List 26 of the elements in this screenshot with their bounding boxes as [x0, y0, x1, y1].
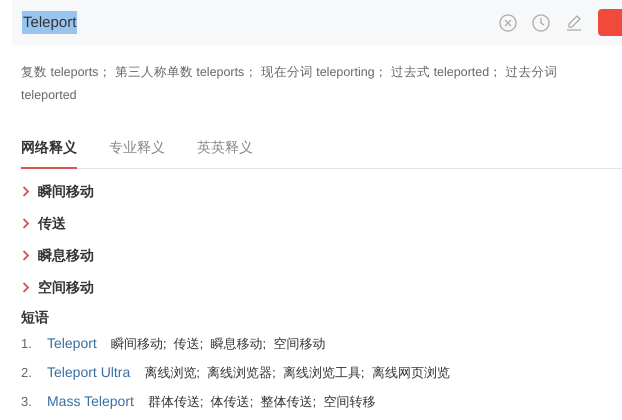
phrase-meaning: 离线浏览; 离线浏览器; 离线浏览工具; 离线网页浏览: [144, 364, 450, 382]
phrases-heading: 短语: [21, 309, 50, 327]
definition-text: 空间移动: [38, 278, 94, 297]
phrase-meaning: 瞬间移动; 传送; 瞬息移动; 空间移动: [110, 335, 326, 353]
clear-icon[interactable]: [499, 14, 517, 32]
chevron-icon: [22, 218, 30, 228]
list-number: 1.: [21, 335, 33, 353]
list-number: 3.: [21, 393, 33, 411]
chevron-icon: [22, 282, 30, 292]
pen-icon[interactable]: [565, 14, 583, 32]
phrase-link[interactable]: Teleport: [47, 333, 97, 354]
definition-text: 传送: [38, 214, 66, 233]
word-forms-text: 复数 teleports； 第三人称单数 teleports； 现在分词 teleporting； 过去式 teleported； 过去分词 teleported: [21, 64, 559, 104]
chevron-icon: [22, 186, 30, 196]
definition-text: 瞬息移动: [38, 246, 94, 265]
definition-text: 瞬间移动: [38, 182, 94, 201]
clock-icon[interactable]: [532, 14, 550, 32]
tab[interactable]: 专业释义: [109, 133, 165, 169]
tab[interactable]: 网络释义: [21, 133, 77, 169]
tab[interactable]: 英英释义: [197, 133, 253, 169]
search-field[interactable]: Teleport: [22, 11, 78, 34]
phrase-link[interactable]: Mass Teleport: [47, 391, 134, 412]
phrase-link[interactable]: Teleport Ultra: [47, 362, 130, 383]
chevron-icon: [22, 250, 30, 260]
list-number: 2.: [21, 364, 33, 382]
phrase-meaning: 群体传送; 体传送; 整体传送; 空间转移: [148, 393, 376, 411]
